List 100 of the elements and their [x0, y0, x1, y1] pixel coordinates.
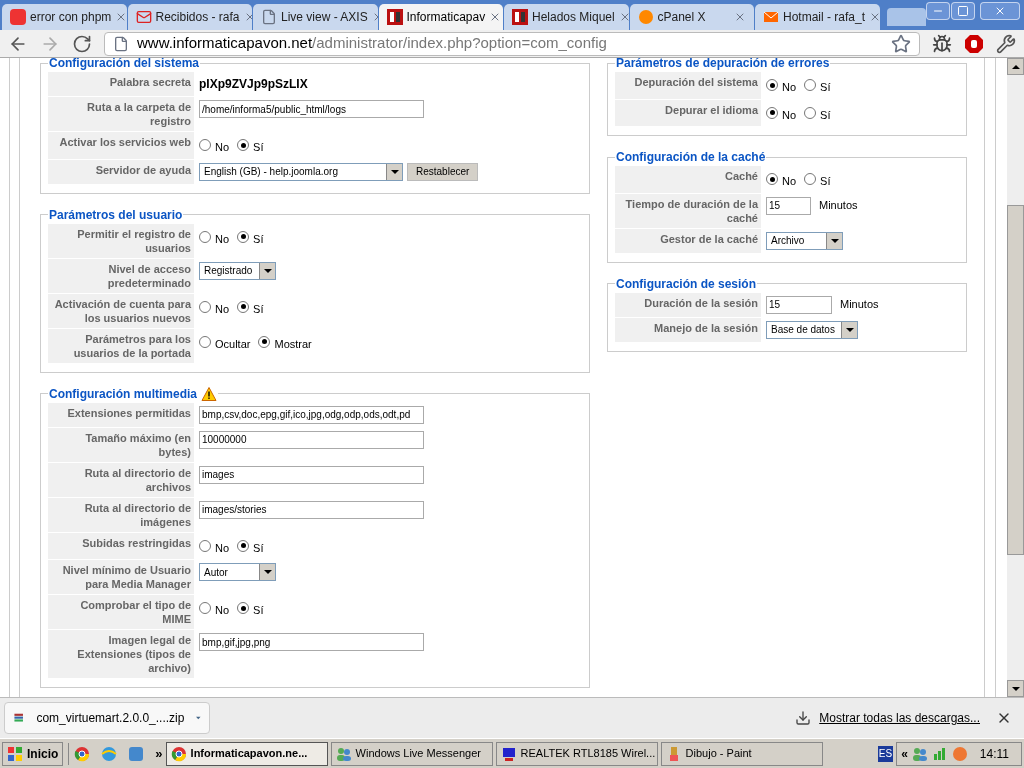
- browser-tab[interactable]: Informaticapav: [378, 4, 503, 30]
- up-arrow-icon[interactable]: [1011, 64, 1020, 69]
- browser-tab[interactable]: cPanel X: [629, 4, 754, 30]
- circle-icon: [951, 745, 968, 762]
- logo-icon: [637, 9, 654, 25]
- browser-tab[interactable]: Recibidos - rafa: [127, 4, 252, 30]
- radio-label: Sí: [820, 107, 831, 123]
- radio-button[interactable]: [237, 300, 250, 313]
- app-icon[interactable]: [128, 745, 145, 762]
- down-arrow-icon[interactable]: [1011, 686, 1020, 691]
- expand-glyph[interactable]: «: [901, 744, 908, 763]
- address-bar[interactable]: www.informaticapavon.net/administrator/index.php?option=com_config: [104, 31, 920, 56]
- radio-button[interactable]: [237, 230, 250, 243]
- stop-sign-icon[interactable]: [964, 33, 984, 54]
- field-label: Comprobar el tipo de MIME: [48, 595, 195, 629]
- browser-tab[interactable]: error con phpm: [2, 4, 127, 30]
- radio-button[interactable]: [804, 106, 817, 119]
- radio-button[interactable]: [199, 139, 211, 152]
- url-host: www.informaticapavon.net: [137, 33, 313, 54]
- radio-button[interactable]: [258, 335, 271, 348]
- wrench-icon[interactable]: [996, 33, 1016, 54]
- browser-tab[interactable]: Hotmail - rafa_t: [755, 4, 880, 30]
- dropdown[interactable]: Archivo: [766, 231, 843, 250]
- radio-label: No: [215, 231, 230, 247]
- input-field[interactable]: images/stories: [199, 500, 424, 519]
- clock: 14:11: [979, 745, 1009, 763]
- network-icon: [500, 745, 517, 762]
- field-label: Duración de la sesión: [615, 292, 762, 317]
- caret-icon: [830, 238, 839, 243]
- field-label: Nivel de acceso predeterminado: [48, 258, 195, 293]
- more-glyph[interactable]: »: [155, 743, 163, 764]
- radio-button[interactable]: [199, 230, 211, 243]
- input-field[interactable]: 10000000: [199, 430, 424, 449]
- radio-button[interactable]: [199, 539, 211, 552]
- field-label: Tiempo de duración de la caché: [615, 193, 762, 228]
- radio-label: No: [215, 140, 230, 155]
- field-label: Activación de cuenta para los usuarios nuevos: [48, 293, 195, 328]
- radio-button[interactable]: [199, 602, 211, 615]
- windows-logo-icon: [7, 745, 23, 762]
- radio-button[interactable]: [199, 335, 211, 348]
- taskbar-button[interactable]: Informaticapavon.ne...: [165, 741, 328, 766]
- radio-button[interactable]: [237, 139, 250, 152]
- reload-icon[interactable]: [72, 33, 92, 54]
- taskbar-button[interactable]: Windows Live Messenger: [330, 741, 493, 766]
- field-label: Activar los servicios web: [48, 132, 195, 159]
- minimize-button[interactable]: [925, 2, 950, 20]
- language-indicator[interactable]: ES: [877, 745, 894, 762]
- start-button[interactable]: Inicio: [2, 741, 64, 766]
- caret-icon[interactable]: [196, 716, 201, 720]
- show-all-downloads-link[interactable]: Mostrar todas las descargas...: [819, 709, 980, 727]
- input-field[interactable]: bmp,gif,jpg,png: [199, 633, 424, 651]
- logo-icon: [512, 9, 528, 25]
- input-field[interactable]: images: [199, 465, 424, 484]
- radio-button[interactable]: [237, 602, 250, 615]
- browser-tab[interactable]: Helados Miquel: [504, 4, 629, 30]
- radio-label: No: [215, 540, 230, 556]
- globe-icon[interactable]: [101, 745, 118, 762]
- restore-button[interactable]: [950, 2, 975, 20]
- taskbar-button[interactable]: REALTEK RTL8185 Wirel...: [495, 741, 658, 766]
- input-field[interactable]: bmp,csv,doc,epg,gif,ico,jpg,odg,odp,ods,odt,pd: [199, 405, 424, 424]
- scrollbar[interactable]: [1007, 58, 1024, 697]
- field-label: Nivel mínimo de Usuario para Media Manager: [48, 560, 195, 594]
- input-field[interactable]: 15: [766, 295, 832, 314]
- dropdown[interactable]: English (GB) - help.joomla.org: [199, 162, 403, 181]
- radio-button[interactable]: [766, 106, 778, 119]
- browser-tab[interactable]: Live view - AXIS: [253, 4, 378, 30]
- new-tab-button[interactable]: [886, 8, 926, 26]
- radio-button[interactable]: [199, 300, 211, 313]
- radio-button[interactable]: [237, 539, 250, 552]
- people-icon: [911, 745, 928, 762]
- radio-label: Sí: [253, 231, 264, 247]
- input-field[interactable]: /home/informa5/public_html/logs: [199, 100, 424, 118]
- taskbar-button[interactable]: Dibujo - Paint: [660, 741, 823, 766]
- field-label: Caché: [615, 166, 762, 193]
- close-button[interactable]: [979, 2, 1020, 20]
- reset-button[interactable]: Restablecer: [407, 162, 479, 181]
- field-label: Depurar el idioma: [615, 99, 762, 126]
- star-icon[interactable]: [891, 33, 911, 54]
- dropdown[interactable]: Autor: [199, 563, 276, 581]
- network-icon: [931, 745, 948, 762]
- dropdown[interactable]: Base de datos: [766, 320, 858, 339]
- page-icon: [261, 9, 277, 25]
- download-icon: [795, 710, 812, 726]
- download-item[interactable]: com_virtuemart.2.0.0_....zip: [4, 702, 210, 734]
- input-field[interactable]: 15: [766, 196, 811, 215]
- radio-label: Sí: [253, 540, 264, 556]
- bug-icon[interactable]: [932, 33, 952, 54]
- dropdown[interactable]: Registrado: [199, 261, 276, 280]
- section-title: Parámetros del usuario: [49, 206, 183, 224]
- envelope-icon: [763, 9, 779, 25]
- section-title: Configuración de sesión: [616, 275, 756, 293]
- section-title: Configuración de la caché: [616, 149, 766, 166]
- radio-button[interactable]: [766, 79, 778, 92]
- radio-button[interactable]: [766, 173, 778, 186]
- secret-value: pIXp9ZVJp9pSzLIX: [199, 76, 308, 93]
- radio-label: Sí: [253, 140, 264, 155]
- radio-button[interactable]: [804, 79, 817, 92]
- section-title: Configuración multimedia: [49, 385, 197, 403]
- radio-button[interactable]: [804, 173, 817, 186]
- envelope-icon: [135, 9, 152, 25]
